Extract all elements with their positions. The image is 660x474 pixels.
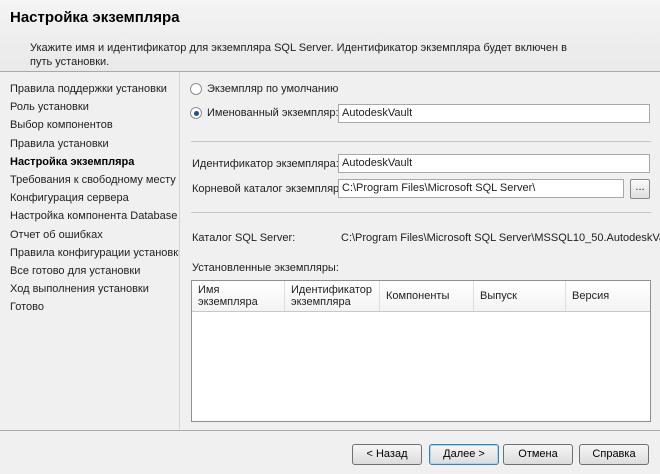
installed-instances-grid[interactable]: Имя экземпляра Идентификатор экземпляра … bbox=[191, 280, 651, 422]
installed-instances-label: Установленные экземпляры: bbox=[192, 262, 339, 274]
named-instance-input[interactable]: AutodeskVault bbox=[338, 104, 650, 123]
next-button[interactable]: Далее > bbox=[429, 444, 499, 465]
sql-dir-label: Каталог SQL Server: bbox=[192, 232, 296, 244]
page-title: Настройка экземпляра bbox=[10, 9, 180, 26]
sidebar-step-item[interactable]: Выбор компонентов bbox=[10, 116, 179, 134]
sidebar-step-item[interactable]: Отчет об ошибках bbox=[10, 226, 179, 244]
column-header-edition[interactable]: Выпуск bbox=[474, 281, 566, 311]
sidebar-step-item[interactable]: Роль установки bbox=[10, 98, 179, 116]
back-button[interactable]: < Назад bbox=[352, 444, 422, 465]
sql-dir-value: C:\Program Files\Microsoft SQL Server\MS… bbox=[341, 232, 660, 244]
sidebar-step-item[interactable]: Правила поддержки установки bbox=[10, 80, 179, 98]
separator bbox=[191, 212, 651, 213]
column-header-components[interactable]: Компоненты bbox=[380, 281, 474, 311]
sidebar-step-item[interactable]: Правила конфигурации установки bbox=[10, 244, 179, 262]
column-header-instance-name[interactable]: Имя экземпляра bbox=[192, 281, 285, 311]
sidebar-step-item[interactable]: Правила установки bbox=[10, 135, 179, 153]
default-instance-label: Экземпляр по умолчанию bbox=[207, 83, 339, 95]
help-button[interactable]: Справка bbox=[579, 444, 649, 465]
column-header-version[interactable]: Версия bbox=[566, 281, 650, 311]
cancel-button[interactable]: Отмена bbox=[503, 444, 573, 465]
named-instance-label: Именованный экземпляр: bbox=[207, 107, 339, 119]
root-dir-label: Корневой каталог экземпляра: bbox=[192, 183, 349, 195]
instance-id-input[interactable]: AutodeskVault bbox=[338, 154, 650, 173]
sidebar-step-item[interactable]: Ход выполнения установки bbox=[10, 280, 179, 298]
footer-bar: < Назад Далее > Отмена Справка bbox=[0, 430, 660, 474]
grid-header: Имя экземпляра Идентификатор экземпляра … bbox=[192, 281, 650, 312]
steps-sidebar: Правила поддержки установки Роль установк… bbox=[0, 72, 180, 430]
browse-button[interactable]: ... bbox=[630, 179, 650, 199]
steps-list: Правила поддержки установки Роль установк… bbox=[0, 72, 179, 316]
named-instance-radio[interactable] bbox=[190, 107, 202, 119]
separator bbox=[191, 141, 651, 142]
sidebar-step-item[interactable]: Все готово для установки bbox=[10, 262, 179, 280]
sidebar-step-item[interactable]: Конфигурация сервера bbox=[10, 189, 179, 207]
sidebar-step-item[interactable]: Настройка компонента Database ... bbox=[10, 207, 179, 225]
column-header-instance-id[interactable]: Идентификатор экземпляра bbox=[285, 281, 380, 311]
root-dir-input[interactable]: C:\Program Files\Microsoft SQL Server\ bbox=[338, 179, 624, 198]
sidebar-step-item[interactable]: Настройка экземпляра bbox=[10, 153, 179, 171]
default-instance-radio[interactable] bbox=[190, 83, 202, 95]
main-panel: Экземпляр по умолчанию Именованный экзем… bbox=[181, 72, 660, 430]
header-banner: Настройка экземпляра Укажите имя и идент… bbox=[0, 0, 660, 72]
named-instance-option[interactable]: Именованный экземпляр: bbox=[190, 105, 339, 121]
sidebar-step-item[interactable]: Требования к свободному месту ... bbox=[10, 171, 179, 189]
sidebar-step-item[interactable]: Готово bbox=[10, 298, 179, 316]
page-description: Укажите имя и идентификатор для экземпля… bbox=[30, 42, 567, 68]
default-instance-option[interactable]: Экземпляр по умолчанию bbox=[190, 81, 338, 97]
instance-id-label: Идентификатор экземпляра: bbox=[192, 158, 339, 170]
